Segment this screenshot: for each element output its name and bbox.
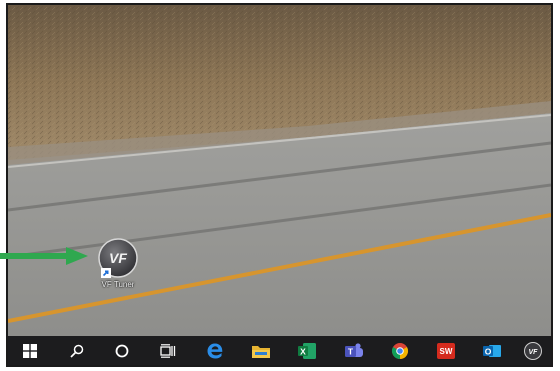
excel-icon: X xyxy=(298,342,316,359)
shortcut-arrow-icon xyxy=(101,268,111,278)
screen: VF VF Tuner X T SW O VF xyxy=(6,3,553,367)
vf-tuner-taskbar-button[interactable]: VF xyxy=(515,336,551,365)
svg-text:SW: SW xyxy=(440,347,453,356)
chrome-taskbar-button[interactable] xyxy=(382,336,418,365)
cortana-circle-icon xyxy=(115,344,129,357)
vf-tuner-desktop-shortcut[interactable]: VF VF Tuner xyxy=(88,237,148,297)
taskbar: X T SW O VF xyxy=(8,336,551,365)
windows-logo-icon xyxy=(23,343,37,358)
teams-icon: T xyxy=(345,342,363,357)
svg-text:X: X xyxy=(300,346,306,356)
svg-text:VF: VF xyxy=(529,349,539,356)
vf-logo-text: VF xyxy=(109,250,127,266)
solidworks-icon: SW xyxy=(437,342,455,359)
task-view-icon xyxy=(160,343,176,358)
edge-icon xyxy=(207,343,223,358)
outlook-icon: O xyxy=(483,344,501,357)
chrome-icon xyxy=(391,342,409,359)
folder-icon xyxy=(252,345,270,358)
shortcut-label: VF Tuner xyxy=(101,280,135,289)
cortana-button[interactable] xyxy=(104,336,140,365)
green-pointer-arrow xyxy=(0,247,88,265)
svg-text:O: O xyxy=(485,346,492,356)
solidworks-taskbar-button[interactable]: SW xyxy=(428,336,464,365)
outlook-taskbar-button[interactable]: O xyxy=(474,336,510,365)
start-button[interactable] xyxy=(12,336,48,365)
edge-taskbar-button[interactable] xyxy=(197,336,233,365)
vf-tuner-icon: VF xyxy=(98,238,138,278)
search-icon xyxy=(70,344,84,358)
search-button[interactable] xyxy=(59,336,95,365)
excel-taskbar-button[interactable]: X xyxy=(289,336,325,365)
task-view-button[interactable] xyxy=(150,336,186,365)
vf-tuner-icon: VF xyxy=(524,341,542,360)
file-explorer-taskbar-button[interactable] xyxy=(243,336,279,365)
svg-text:T: T xyxy=(348,346,354,356)
teams-taskbar-button[interactable]: T xyxy=(336,336,372,365)
